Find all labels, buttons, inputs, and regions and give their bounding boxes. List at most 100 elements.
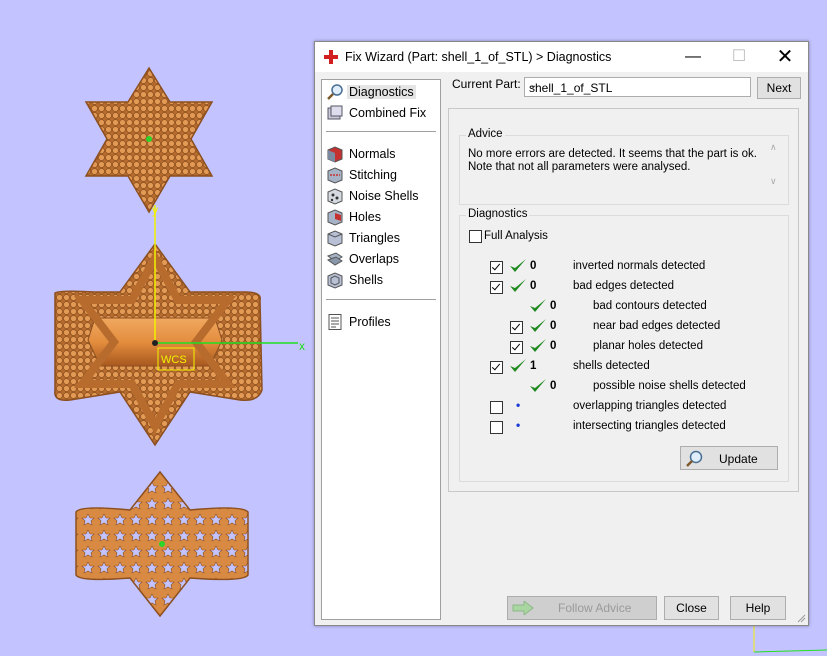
axis-y-label: y <box>152 203 158 217</box>
nav-item-holes[interactable]: Holes <box>326 207 438 227</box>
pending-dot-icon: • <box>516 418 521 432</box>
magnifier-icon <box>686 450 703 467</box>
nav-item-shells[interactable]: Shells <box>326 270 438 290</box>
diagnostic-label: bad contours detected <box>593 300 707 312</box>
diagnostic-label: shells detected <box>573 360 650 372</box>
lattice-ring-model[interactable] <box>75 470 249 618</box>
holes-icon <box>327 209 343 226</box>
nav-item-overlaps[interactable]: Overlaps <box>326 249 438 269</box>
maximize-button[interactable]: ☐ <box>716 42 762 72</box>
nav-label: Noise Shells <box>349 189 419 203</box>
diagnostic-row: 1 shells detected <box>460 359 786 377</box>
advice-group: Advice No more errors are detected. It s… <box>459 128 789 205</box>
diagnostic-count: 0 <box>530 280 537 292</box>
current-part-select[interactable]: shell_1_of_STL ⌄ <box>524 77 751 97</box>
noise-shells-icon <box>327 188 343 205</box>
close-window-button[interactable]: ✕ <box>762 42 808 72</box>
nav-label: Diagnostics <box>347 85 416 99</box>
diagnostic-label: near bad edges detected <box>593 320 721 332</box>
diagnostic-row: 0 possible noise shells detected <box>460 379 786 397</box>
fix-wizard-dialog: Fix Wizard (Part: shell_1_of_STL) > Diag… <box>314 41 809 626</box>
checkmark-icon <box>510 279 526 292</box>
wizard-nav: Diagnostics Combined Fix Normals Stitchi… <box>321 79 441 620</box>
full-analysis-label: Full Analysis <box>484 230 548 242</box>
shells-icon <box>327 272 343 289</box>
diagnostic-label: planar holes detected <box>593 340 703 352</box>
diagnostic-count: 0 <box>550 320 557 332</box>
checkmark-icon <box>530 379 546 392</box>
origin-marker <box>146 136 152 142</box>
checkmark-icon <box>530 299 546 312</box>
nav-label: Triangles <box>349 231 400 245</box>
advice-scrollbar[interactable]: ∧ ∨ <box>768 142 782 192</box>
nav-item-combined-fix[interactable]: Combined Fix <box>326 103 438 123</box>
diagnostic-count: 0 <box>550 300 557 312</box>
diagnostics-group: Diagnostics Full Analysis 0 inverted norm… <box>459 208 789 482</box>
diagnostic-label: overlapping triangles detected <box>573 400 727 412</box>
nav-item-diagnostics[interactable]: Diagnostics <box>326 82 438 102</box>
update-button[interactable]: Update <box>680 446 778 470</box>
axis-x-label: x <box>299 339 305 353</box>
diagnostic-count: 0 <box>550 380 557 392</box>
scroll-up-icon[interactable]: ∧ <box>770 142 777 153</box>
diagnostic-label: intersecting triangles detected <box>573 420 726 432</box>
diagnostic-checkbox[interactable] <box>490 421 503 434</box>
diagnostic-checkbox[interactable] <box>490 281 503 294</box>
follow-advice-label: Follow Advice <box>558 601 632 615</box>
minimize-button[interactable]: — <box>670 42 716 72</box>
diagnostic-row: 0 inverted normals detected <box>460 259 786 277</box>
nav-item-triangles[interactable]: Triangles <box>326 228 438 248</box>
close-button[interactable]: Close <box>664 596 719 620</box>
full-analysis-checkbox[interactable] <box>469 230 482 243</box>
follow-advice-button[interactable]: Follow Advice <box>507 596 657 620</box>
diagnostic-row: • intersecting triangles detected <box>460 418 786 437</box>
scroll-down-icon[interactable]: ∨ <box>770 176 777 187</box>
star-ring-model[interactable] <box>54 242 263 447</box>
checkmark-icon <box>530 319 546 332</box>
overlaps-icon <box>326 252 343 266</box>
combined-fix-icon <box>327 105 343 120</box>
diagnostic-count: 1 <box>530 360 537 372</box>
star-pendant-model[interactable] <box>84 66 214 214</box>
checkmark-icon <box>530 339 546 352</box>
nav-item-stitching[interactable]: Stitching <box>326 165 438 185</box>
diagnostic-checkbox[interactable] <box>490 361 503 374</box>
diagnostic-label: possible noise shells detected <box>593 380 746 392</box>
diagnostic-checkbox[interactable] <box>510 341 523 354</box>
arrow-right-icon <box>512 601 534 615</box>
wcs-label: WCS <box>161 354 187 366</box>
diagnostic-count: 0 <box>550 340 557 352</box>
nav-label: Combined Fix <box>349 106 427 120</box>
update-label: Update <box>719 452 758 466</box>
diagnostic-checkbox[interactable] <box>490 261 503 274</box>
nav-item-normals[interactable]: Normals <box>326 144 438 164</box>
nav-item-profiles[interactable]: Profiles <box>326 312 438 332</box>
diagnostic-checkbox[interactable] <box>510 321 523 334</box>
nav-label: Stitching <box>349 168 397 182</box>
nav-label: Normals <box>349 147 396 161</box>
diagnostic-row: 0 bad contours detected <box>460 299 786 317</box>
diagnostic-checkbox[interactable] <box>490 401 503 414</box>
nav-divider <box>326 299 436 300</box>
nav-label: Profiles <box>349 315 391 329</box>
diagnostic-row: 0 bad edges detected <box>460 279 786 297</box>
diagnostic-row: 0 planar holes detected <box>460 339 786 357</box>
dialog-titlebar[interactable]: Fix Wizard (Part: shell_1_of_STL) > Diag… <box>315 42 808 72</box>
triangles-icon <box>327 230 343 247</box>
current-part-label: Current Part: <box>452 77 521 91</box>
help-button[interactable]: Help <box>730 596 786 620</box>
dialog-title: Fix Wizard (Part: shell_1_of_STL) > Diag… <box>345 50 612 64</box>
diagnostic-row: 0 near bad edges detected <box>460 319 786 337</box>
advice-title: Advice <box>466 128 505 140</box>
resize-grip-icon[interactable] <box>796 613 806 623</box>
diagnostics-panel: Advice No more errors are detected. It s… <box>448 108 799 492</box>
pending-dot-icon: • <box>516 398 521 412</box>
nav-item-noise-shells[interactable]: Noise Shells <box>326 186 438 206</box>
chevron-down-icon: ⌄ <box>529 80 538 91</box>
fix-wizard-app-icon <box>324 50 338 64</box>
nav-label: Overlaps <box>349 252 400 266</box>
next-button[interactable]: Next <box>757 77 801 99</box>
nav-label: Shells <box>349 273 384 287</box>
stitching-icon <box>327 167 343 184</box>
diagnostic-row: • overlapping triangles detected <box>460 398 786 417</box>
